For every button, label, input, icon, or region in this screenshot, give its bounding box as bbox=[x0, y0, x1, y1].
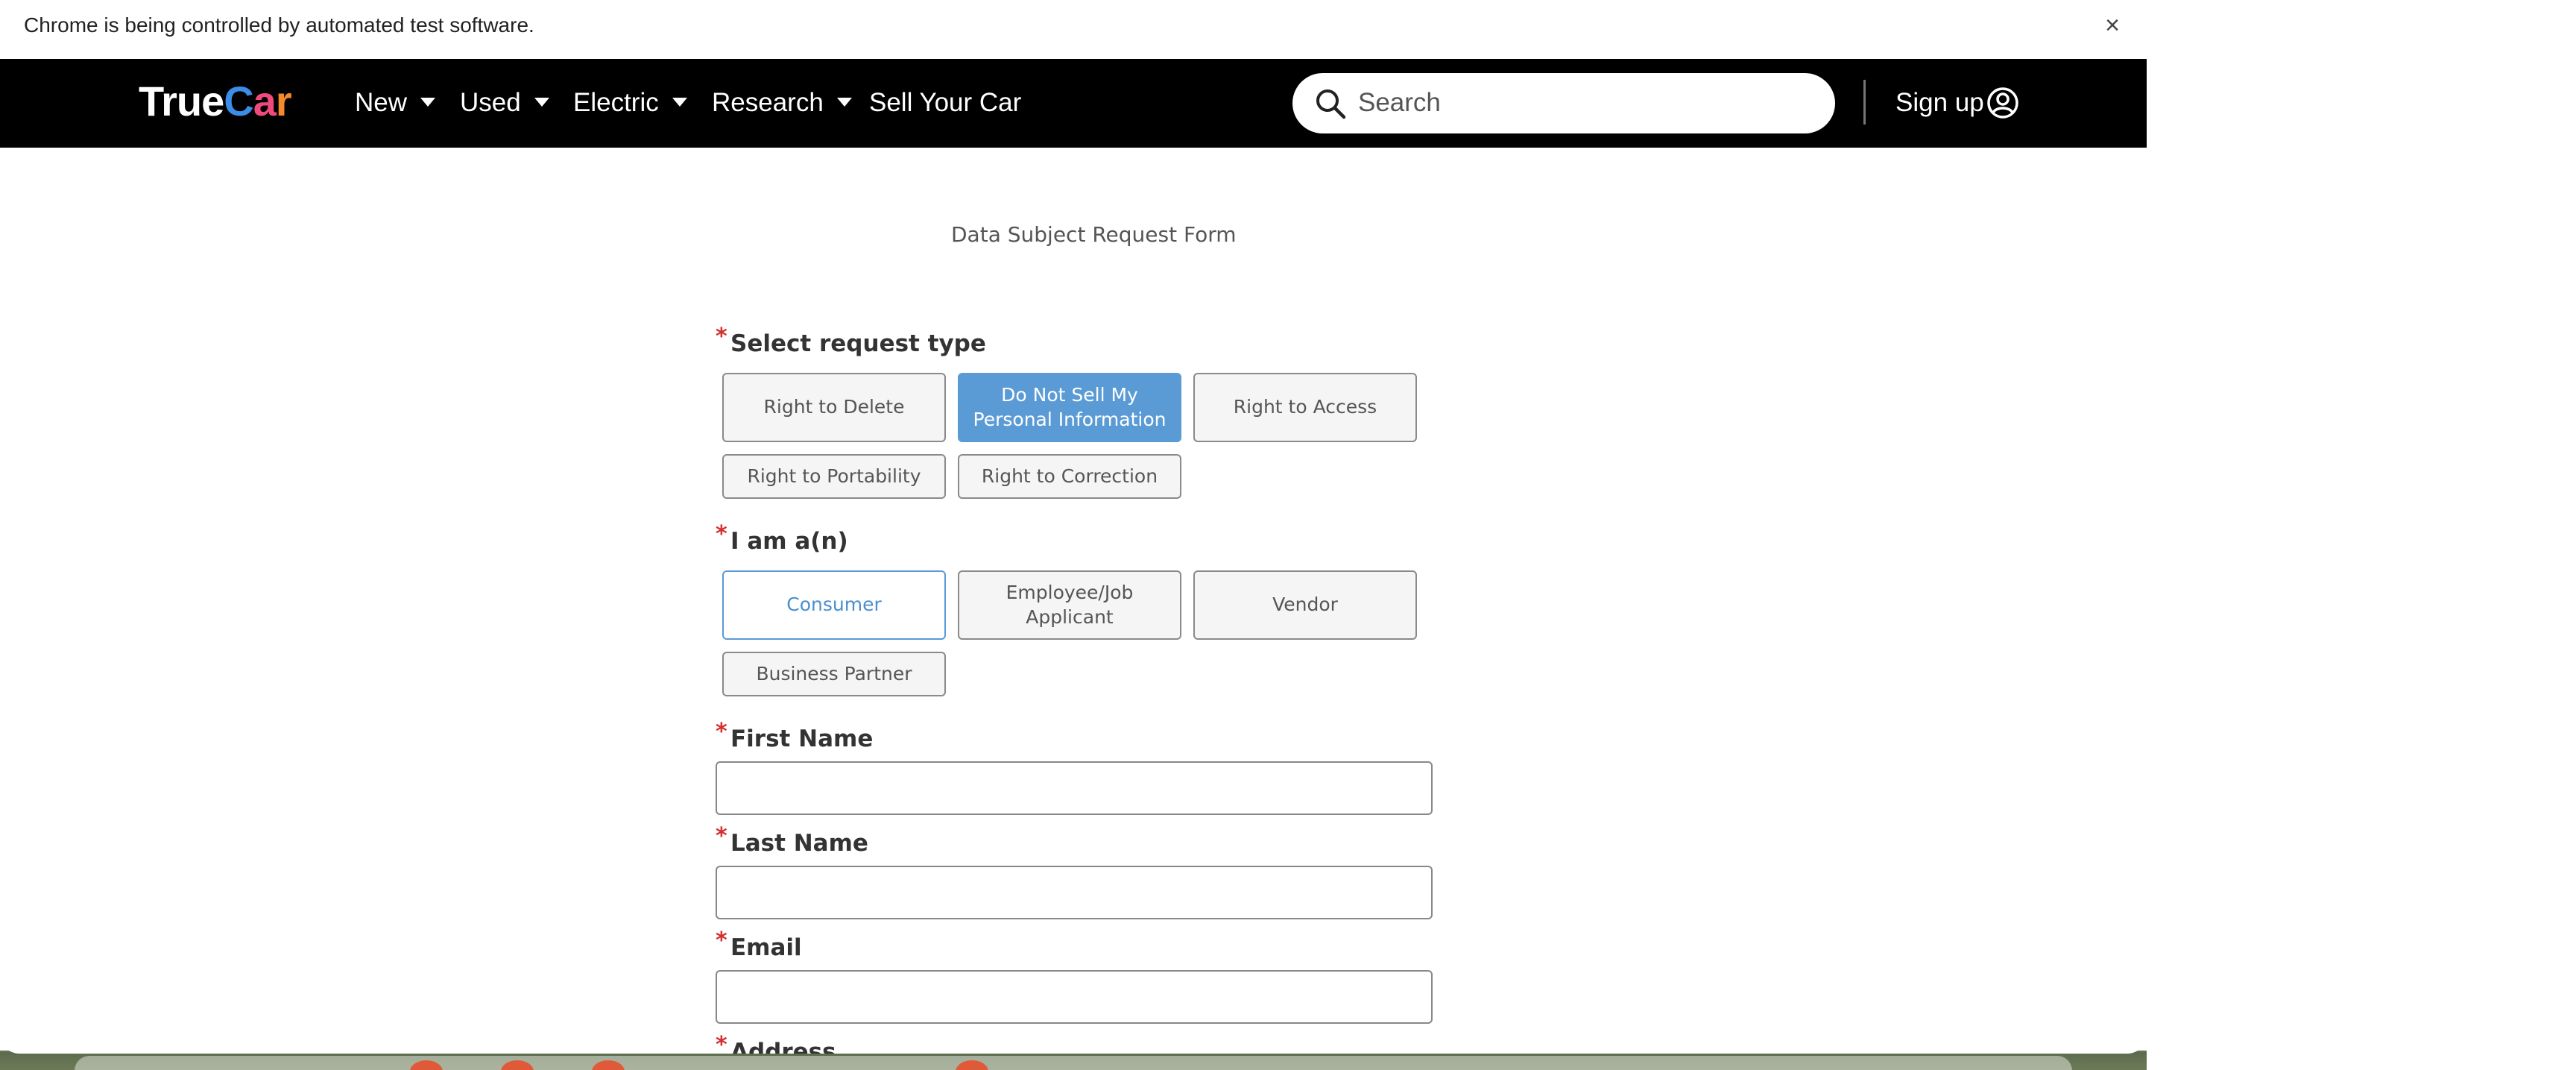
truecar-logo[interactable]: TrueCar bbox=[139, 75, 292, 128]
last-name-label: Last Name bbox=[730, 830, 868, 857]
nav-research-label: Research bbox=[712, 88, 824, 117]
sign-up-link[interactable]: Sign up bbox=[1895, 84, 1984, 122]
last-name-field[interactable] bbox=[716, 866, 1433, 919]
logo-letter-r: r bbox=[275, 78, 292, 125]
nav-used[interactable]: Used bbox=[460, 84, 549, 122]
required-marker: * bbox=[716, 324, 727, 350]
email-label: Email bbox=[730, 934, 802, 961]
address-label: Address bbox=[730, 1039, 836, 1054]
site-header: TrueCar New Used Electric Research Sell … bbox=[0, 59, 2147, 148]
required-marker: * bbox=[716, 928, 727, 954]
nav-sell-your-car[interactable]: Sell Your Car bbox=[869, 84, 1021, 122]
search-input[interactable] bbox=[1358, 81, 1813, 125]
required-marker: * bbox=[716, 1032, 727, 1054]
chevron-down-icon bbox=[420, 97, 436, 107]
option-do-not-sell[interactable]: Do Not Sell My Personal Information bbox=[958, 373, 1181, 442]
nav-sell-your-car-label: Sell Your Car bbox=[869, 88, 1022, 117]
header-divider bbox=[1863, 80, 1866, 125]
option-right-to-correction[interactable]: Right to Correction bbox=[958, 454, 1181, 499]
option-employee-job-applicant[interactable]: Employee/Job Applicant bbox=[958, 570, 1181, 640]
nav-research[interactable]: Research bbox=[712, 84, 852, 122]
option-right-to-access[interactable]: Right to Access bbox=[1193, 373, 1417, 442]
option-business-partner[interactable]: Business Partner bbox=[722, 652, 946, 696]
first-name-field[interactable] bbox=[716, 761, 1433, 815]
desktop-background bbox=[2147, 0, 2576, 1070]
close-icon[interactable]: × bbox=[2099, 10, 2126, 40]
nav-electric[interactable]: Electric bbox=[573, 84, 687, 122]
chevron-down-icon bbox=[534, 97, 549, 107]
nav-electric-label: Electric bbox=[573, 88, 659, 117]
logo-letter-a: a bbox=[253, 78, 277, 125]
required-marker: * bbox=[716, 823, 727, 849]
nav-new[interactable]: New bbox=[355, 84, 436, 122]
dock bbox=[75, 1056, 2072, 1070]
chevron-down-icon bbox=[672, 97, 687, 107]
search-icon bbox=[1316, 89, 1346, 119]
email-field[interactable] bbox=[716, 970, 1433, 1024]
infobar-message: Chrome is being controlled by automated … bbox=[24, 13, 534, 37]
search-box[interactable] bbox=[1292, 73, 1835, 133]
option-vendor[interactable]: Vendor bbox=[1193, 570, 1417, 640]
option-right-to-delete[interactable]: Right to Delete bbox=[722, 373, 946, 442]
user-account-icon[interactable] bbox=[1986, 86, 2020, 120]
logo-letter-c: C bbox=[224, 78, 253, 125]
nav-used-label: Used bbox=[460, 88, 521, 117]
chevron-down-icon bbox=[836, 97, 852, 107]
option-consumer[interactable]: Consumer bbox=[722, 570, 946, 640]
nav-new-label: New bbox=[355, 88, 408, 117]
option-right-to-portability[interactable]: Right to Portability bbox=[722, 454, 946, 499]
first-name-label: First Name bbox=[730, 726, 874, 752]
logo-text: True bbox=[139, 78, 224, 125]
automation-infobar: Chrome is being controlled by automated … bbox=[0, 0, 2147, 59]
browser-window: Chrome is being controlled by automated … bbox=[0, 0, 2147, 1054]
request-type-label: Select request type bbox=[730, 330, 986, 357]
required-marker: * bbox=[716, 719, 727, 745]
form-title: Data Subject Request Form bbox=[951, 222, 1237, 247]
role-label: I am a(n) bbox=[730, 528, 848, 555]
required-marker: * bbox=[716, 521, 727, 547]
